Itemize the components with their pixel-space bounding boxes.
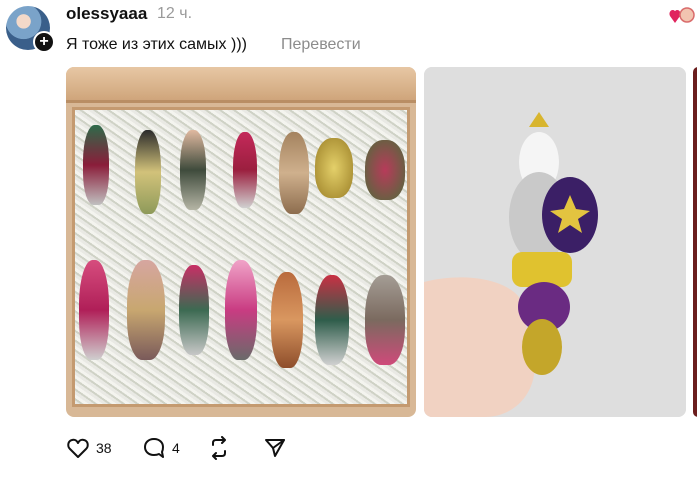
- ornament: [365, 275, 405, 365]
- like-count: 38: [96, 440, 112, 456]
- translate-link[interactable]: Перевести: [281, 36, 361, 54]
- ornament: [83, 125, 109, 205]
- ornament: [225, 260, 257, 360]
- heart-icon: [67, 438, 89, 458]
- ornament: [315, 138, 353, 198]
- share-button[interactable]: [263, 436, 287, 460]
- ornament: [135, 130, 161, 214]
- ornament: [180, 130, 206, 210]
- comment-button[interactable]: 4: [142, 436, 180, 460]
- ornament: [271, 272, 303, 368]
- post-username[interactable]: olessyaaa: [66, 4, 147, 24]
- ornament: [315, 275, 349, 365]
- box-lid: [66, 67, 416, 103]
- comment-icon: [144, 438, 164, 458]
- like-button[interactable]: 38: [66, 436, 112, 460]
- post-photo-2[interactable]: [424, 67, 686, 417]
- santa-ornament-image: [424, 67, 686, 417]
- box-inner: [72, 107, 410, 407]
- ornament: [127, 260, 165, 360]
- ornament: [79, 260, 109, 360]
- reaction-icon: [669, 7, 695, 23]
- follow-plus-button[interactable]: +: [33, 31, 55, 53]
- ornament: [279, 132, 309, 214]
- post-photo-3-partial[interactable]: [693, 67, 697, 417]
- ornament: [179, 265, 209, 355]
- post-photo-1[interactable]: [66, 67, 416, 417]
- ornament: [233, 132, 257, 208]
- comment-count: 4: [172, 440, 180, 456]
- repost-button[interactable]: [207, 436, 231, 460]
- ornament: [365, 140, 405, 200]
- post-text: Я тоже из этих самых ))): [66, 36, 247, 53]
- post-time: 12 ч.: [157, 5, 193, 22]
- share-icon: [265, 439, 285, 457]
- repost-icon: [212, 436, 226, 460]
